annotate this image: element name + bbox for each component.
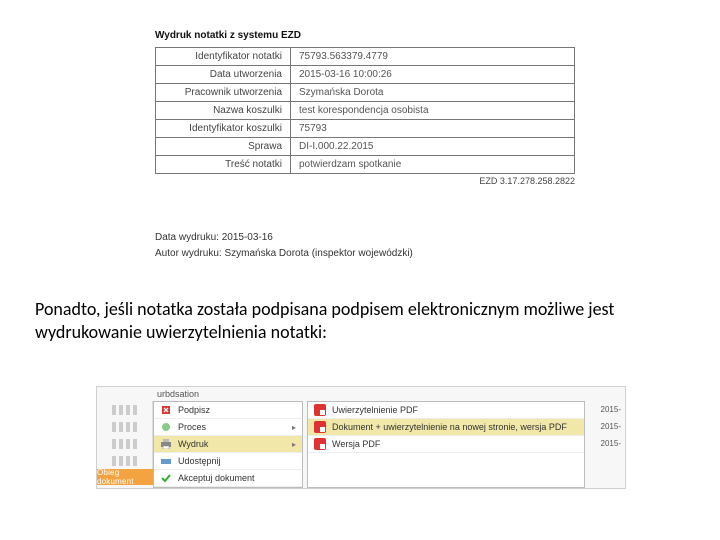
context-menu: Podpisz Proces ▸ Wydruk ▸ Udostępnij Akc… bbox=[153, 401, 303, 488]
left-column: Obieg dokument bbox=[97, 401, 153, 488]
system-version: EZD 3.17.278.258.2822 bbox=[155, 176, 575, 186]
submenu-item-auth-pdf[interactable]: Uwierzytelnienie PDF bbox=[308, 402, 584, 419]
process-icon bbox=[160, 421, 172, 433]
row-label: Identyfikator notatki bbox=[156, 48, 291, 66]
print-title: Wydruk notatki z systemu EZD bbox=[155, 30, 575, 41]
row-value: 75793 bbox=[291, 120, 575, 138]
printed-note: Wydruk notatki z systemu EZD Identyfikat… bbox=[155, 30, 575, 186]
submenu-label: Dokument + uwierzytelnienie na nowej str… bbox=[332, 422, 567, 432]
menu-label: Akceptuj dokument bbox=[178, 473, 255, 483]
menu-item-process[interactable]: Proces ▸ bbox=[154, 419, 302, 436]
dates-column: 2015- 2015- 2015- bbox=[585, 401, 625, 488]
submenu-label: Uwierzytelnienie PDF bbox=[332, 405, 418, 415]
submenu-label: Wersja PDF bbox=[332, 439, 380, 449]
menu-label: Udostępnij bbox=[178, 456, 221, 466]
submenu-item-doc-auth-pdf[interactable]: Dokument + uwierzytelnienie na nowej str… bbox=[308, 419, 584, 436]
share-icon bbox=[160, 455, 172, 467]
date-cell: 2015- bbox=[585, 435, 625, 452]
row-label: Nazwa koszulki bbox=[156, 102, 291, 120]
print-icon bbox=[160, 438, 172, 450]
date-cell: 2015- bbox=[585, 401, 625, 418]
app-screenshot: urbdsation Obieg dokument Podpisz Proces… bbox=[96, 386, 626, 489]
app-header: urbdsation bbox=[97, 387, 625, 401]
row-icons[interactable] bbox=[97, 401, 153, 418]
row-icons[interactable] bbox=[97, 418, 153, 435]
pdf-icon bbox=[314, 438, 326, 450]
breadcrumb: urbdsation bbox=[157, 389, 199, 399]
chevron-right-icon: ▸ bbox=[292, 440, 296, 449]
row-value: DI-I.000.22.2015 bbox=[291, 138, 575, 156]
print-author: Autor wydruku: Szymańska Dorota (inspekt… bbox=[155, 246, 413, 262]
print-submenu: Uwierzytelnienie PDF Dokument + uwierzyt… bbox=[307, 401, 585, 488]
row-value: Szymańska Dorota bbox=[291, 84, 575, 102]
row-label: Sprawa bbox=[156, 138, 291, 156]
print-date: Data wydruku: 2015-03-16 bbox=[155, 230, 413, 246]
menu-item-share[interactable]: Udostępnij bbox=[154, 453, 302, 470]
row-label: Treść notatki bbox=[156, 156, 291, 174]
menu-item-sign[interactable]: Podpisz bbox=[154, 402, 302, 419]
submenu-item-version-pdf[interactable]: Wersja PDF bbox=[308, 436, 584, 453]
chevron-right-icon: ▸ bbox=[292, 423, 296, 432]
row-value: 75793.563379.4779 bbox=[291, 48, 575, 66]
pdf-icon bbox=[314, 404, 326, 416]
note-table: Identyfikator notatki75793.563379.4779 D… bbox=[155, 47, 575, 174]
row-value: 2015-03-16 10:00:26 bbox=[291, 66, 575, 84]
workflow-tag[interactable]: Obieg dokument bbox=[97, 469, 153, 485]
menu-label: Wydruk bbox=[178, 439, 208, 449]
print-meta: Data wydruku: 2015-03-16 Autor wydruku: … bbox=[155, 230, 413, 262]
accept-icon bbox=[160, 472, 172, 484]
row-label: Identyfikator koszulki bbox=[156, 120, 291, 138]
menu-label: Podpisz bbox=[178, 405, 210, 415]
row-icons[interactable] bbox=[97, 452, 153, 469]
menu-label: Proces bbox=[178, 422, 206, 432]
row-label: Pracownik utworzenia bbox=[156, 84, 291, 102]
date-cell: 2015- bbox=[585, 418, 625, 435]
row-icons[interactable] bbox=[97, 435, 153, 452]
pdf-icon bbox=[314, 421, 326, 433]
row-label: Data utworzenia bbox=[156, 66, 291, 84]
row-value: test korespondencja osobista bbox=[291, 102, 575, 120]
slide-paragraph: Ponadto, jeśli notatka została podpisana… bbox=[35, 298, 655, 343]
sign-icon bbox=[160, 404, 172, 416]
menu-item-print[interactable]: Wydruk ▸ bbox=[154, 436, 302, 453]
row-value: potwierdzam spotkanie bbox=[291, 156, 575, 174]
menu-item-accept[interactable]: Akceptuj dokument bbox=[154, 470, 302, 487]
